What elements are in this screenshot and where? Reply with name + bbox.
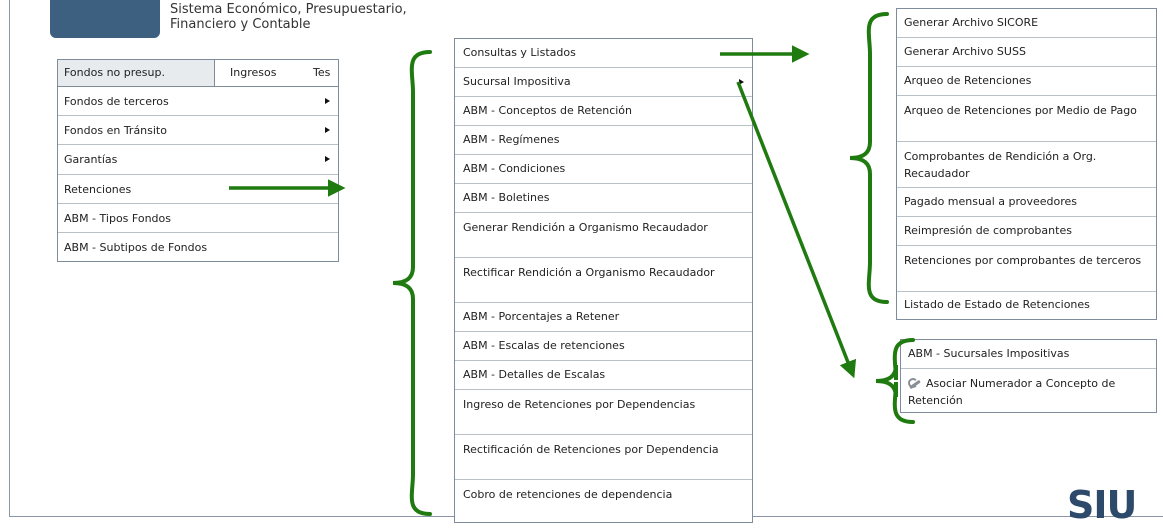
bracket-consultas [849,12,889,304]
bracket-retenciones [392,50,432,516]
bracket-sucursal [875,338,915,424]
annotation-overlay [229,12,915,516]
arrow-sucursal [736,81,857,379]
